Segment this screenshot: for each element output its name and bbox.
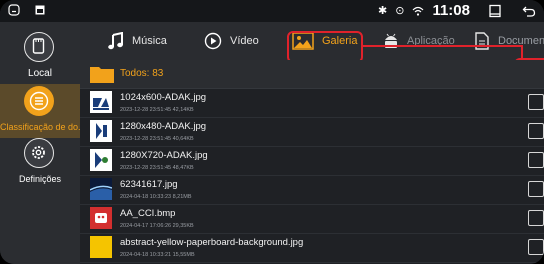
image-thumbnail [90, 120, 112, 142]
tab-video[interactable]: Vídeo [204, 22, 259, 60]
file-name: 1024x600-ADAK.jpg [120, 92, 207, 103]
file-checkbox[interactable] [528, 210, 544, 226]
sidebar: Local Classificação de do... Definições [0, 22, 80, 264]
status-bar: ✱ ⊙ 11:08 [0, 0, 544, 22]
sidebar-item-label: Classificação de do... [0, 122, 80, 132]
file-name: 1280X720-ADAK.jpg [120, 150, 208, 161]
gallery-highlight-box [287, 31, 363, 63]
file-checkbox[interactable] [528, 123, 544, 139]
play-icon [204, 32, 222, 50]
annotation-line [521, 45, 523, 59]
sidebar-item-label: Local [28, 68, 52, 79]
file-checkbox[interactable] [528, 181, 544, 197]
image-thumbnail [90, 236, 112, 258]
list-item[interactable]: AA_CCI.bmp 2024-04-17 17:06:26 29,35KB [80, 205, 544, 234]
sd-card-icon [24, 32, 54, 62]
list-icon [24, 86, 54, 116]
recent-apps-icon[interactable] [488, 4, 502, 18]
file-name: abstract-yellow-paperboard-background.jp… [120, 237, 304, 248]
file-meta: 2024-04-17 17:06:26 29,35KB [120, 223, 194, 229]
wifi-icon [413, 6, 424, 16]
gear-icon [24, 138, 54, 168]
bluetooth-icon: ✱ [378, 5, 388, 17]
annotation-line [363, 45, 523, 47]
list-item[interactable]: 62341617.jpg 2024-04-18 10:33:23 8,21MB [80, 176, 544, 205]
file-name: 62341617.jpg [120, 179, 178, 190]
list-item[interactable]: abstract-yellow-paperboard-background.jp… [80, 234, 544, 263]
file-meta: 2023-12-28 23:51:45 40,64KB [120, 136, 194, 142]
sidebar-item-classification[interactable]: Classificação de do... [0, 84, 80, 138]
image-thumbnail [90, 207, 112, 229]
tab-label: Vídeo [230, 35, 259, 47]
sidebar-item-local[interactable]: Local [0, 30, 80, 84]
all-count-label: Todos: 83 [120, 68, 164, 79]
folder-icon [90, 67, 114, 83]
tab-music[interactable]: Música [108, 22, 167, 60]
select-all-row[interactable]: Todos: 83 [80, 60, 544, 89]
file-meta: 2024-04-18 10:33:23 8,21MB [120, 194, 192, 200]
back-icon[interactable] [522, 4, 536, 18]
status-right: ✱ ⊙ 11:08 [378, 2, 536, 19]
file-meta: 2023-12-28 23:51:45 48,47KB [120, 165, 194, 171]
file-checkbox[interactable] [528, 94, 544, 110]
file-name: AA_CCI.bmp [120, 208, 176, 219]
sidebar-item-settings[interactable]: Definições [0, 138, 80, 192]
file-meta: 2024-04-18 10:33:21 15,55MB [120, 252, 195, 258]
tab-applications[interactable]: Aplicação [383, 22, 455, 60]
file-name: 1280x480-ADAK.jpg [120, 121, 207, 132]
app-window: ✱ ⊙ 11:08 Local Classificação de do... D [0, 0, 544, 264]
music-note-icon [108, 32, 123, 50]
status-left [8, 4, 46, 16]
file-checkbox[interactable] [528, 239, 544, 255]
document-icon [475, 32, 489, 50]
tab-documents[interactable]: Documento [474, 22, 544, 60]
list-item[interactable]: 1024x600-ADAK.jpg 2023-12-28 23:51:45 42… [80, 89, 544, 118]
image-thumbnail [90, 149, 112, 171]
tab-label: Música [132, 35, 167, 47]
location-icon: ⊙ [395, 5, 405, 17]
image-thumbnail [90, 91, 112, 113]
list-item[interactable]: 1280X720-ADAK.jpg 2023-12-28 23:51:45 48… [80, 147, 544, 176]
image-thumbnail [90, 178, 112, 200]
file-checkbox[interactable] [528, 152, 544, 168]
list-item[interactable]: 1280x480-ADAK.jpg 2023-12-28 23:51:45 40… [80, 118, 544, 147]
sidebar-item-label: Definições [18, 174, 62, 184]
android-icon [385, 33, 397, 48]
file-meta: 2023-12-28 23:51:45 42,14KB [120, 107, 194, 113]
clock: 11:08 [432, 2, 470, 19]
window-icon [35, 5, 45, 15]
file-list: Todos: 83 1024x600-ADAK.jpg 2023-12-28 2… [80, 60, 544, 264]
home-outline-icon[interactable] [8, 4, 20, 16]
